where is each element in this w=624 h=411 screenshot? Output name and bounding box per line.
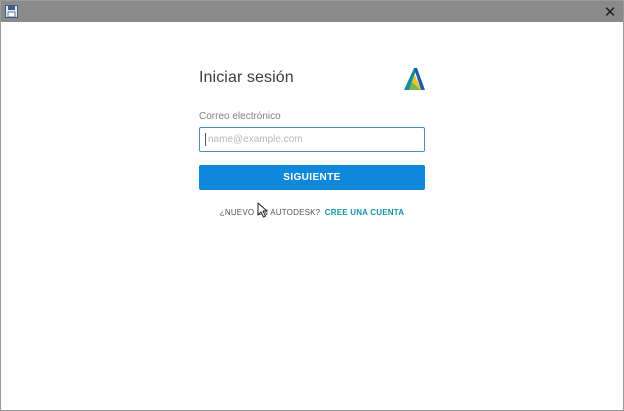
floppy-disk-icon [5, 5, 18, 18]
signup-prompt: ¿NUEVO EN AUTODESK? [219, 208, 321, 217]
email-field[interactable] [199, 127, 425, 152]
close-button[interactable]: ✕ [601, 2, 619, 21]
page-title: Iniciar sesión [199, 69, 294, 86]
autodesk-logo-icon [404, 68, 425, 90]
text-caret [205, 133, 206, 146]
mouse-pointer-icon [257, 202, 268, 218]
signup-row: ¿NUEVO EN AUTODESK? CREE UNA CUENTA [199, 208, 425, 217]
next-button-label: SIGUIENTE [283, 172, 341, 183]
next-button[interactable]: SIGUIENTE [199, 165, 425, 190]
close-icon: ✕ [603, 2, 617, 21]
email-label: Correo electrónico [199, 111, 281, 122]
window-titlebar[interactable]: ✕ [1, 1, 623, 22]
login-dialog-window: ✕ Iniciar sesión Correo electrónico SIGU… [0, 0, 624, 411]
create-account-link[interactable]: CREE UNA CUENTA [325, 208, 404, 217]
login-panel: Iniciar sesión Correo electrónico SIGUIE… [1, 22, 623, 410]
